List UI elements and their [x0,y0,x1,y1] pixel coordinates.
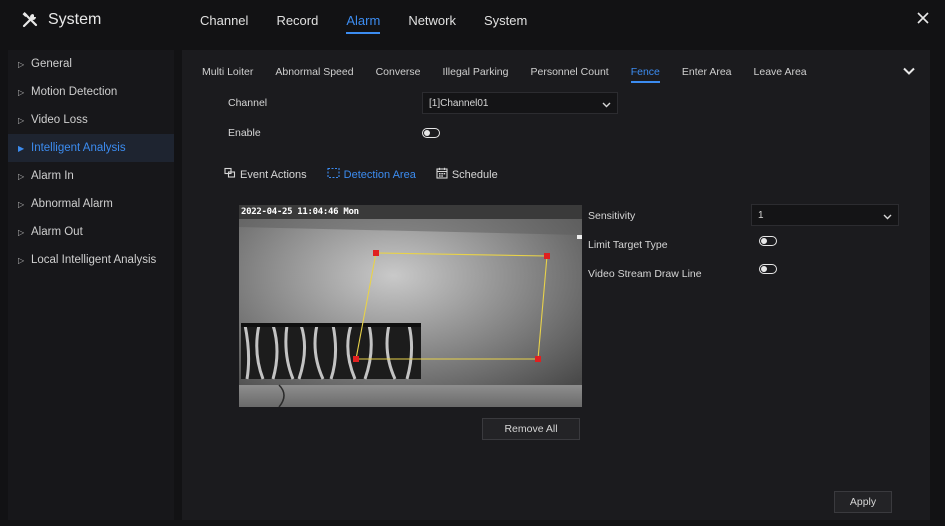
video-preview[interactable]: 2022-04-25 11:04:46 Mon [239,205,582,407]
topnav-network[interactable]: Network [408,0,456,40]
sidebar-item-alarm-out[interactable]: ▷ Alarm Out [8,218,174,246]
chevron-down-icon[interactable] [902,64,916,78]
enable-label: Enable [228,127,261,139]
top-header: System Channel Record Alarm Network Syst… [0,0,945,40]
limit-target-type-label: Limit Target Type [588,239,668,251]
close-icon[interactable] [915,10,931,26]
panel-tabs: Event Actions Detection Area Schedule [224,167,518,182]
remove-all-button[interactable]: Remove All [482,418,580,440]
osd-timestamp: 2022-04-25 11:04:46 Mon [241,207,359,217]
subtab-enter-area[interactable]: Enter Area [682,61,732,83]
chevron-down-icon [883,212,892,220]
caret-right-icon: ▷ [18,59,25,69]
tab-schedule[interactable]: Schedule [436,167,498,182]
sidebar-item-label: Abnormal Alarm [31,198,113,210]
channel-label: Channel [228,97,268,109]
channel-select[interactable]: [1]Channel01 [422,92,618,114]
sidebar-item-label: Intelligent Analysis [31,142,126,154]
chevron-down-icon [602,100,611,108]
event-actions-icon [224,167,240,182]
camera-scene [239,205,582,407]
calendar-icon [436,167,452,182]
app-window: System Channel Record Alarm Network Syst… [0,0,945,526]
sidebar-item-local-intelligent-analysis[interactable]: ▷ Local Intelligent Analysis [8,246,174,274]
tab-event-actions[interactable]: Event Actions [224,167,307,182]
tab-detection-area[interactable]: Detection Area [327,167,416,182]
sidebar-item-video-loss[interactable]: ▷ Video Loss [8,106,174,134]
sidebar-item-alarm-in[interactable]: ▷ Alarm In [8,162,174,190]
tab-label: Detection Area [343,168,416,181]
sidebar-item-label: Alarm In [31,170,74,182]
topnav-system[interactable]: System [484,0,527,40]
brand: System [20,0,101,40]
enable-toggle[interactable] [422,128,440,138]
subtab-fence[interactable]: Fence [630,61,661,83]
dashed-area-icon [327,167,344,182]
analysis-subtabs: Multi Loiter Abnormal Speed Converse Ill… [202,61,920,83]
main-panel: Multi Loiter Abnormal Speed Converse Ill… [182,50,930,520]
topnav-alarm[interactable]: Alarm [346,0,380,40]
video-stream-draw-line-toggle[interactable] [759,264,777,274]
limit-target-type-toggle[interactable] [759,236,777,246]
subtab-converse[interactable]: Converse [376,61,421,83]
sidebar-item-abnormal-alarm[interactable]: ▷ Abnormal Alarm [8,190,174,218]
subtab-multi-loiter[interactable]: Multi Loiter [202,61,253,83]
sidebar-item-label: Motion Detection [31,86,118,98]
caret-right-icon: ▷ [18,227,25,237]
caret-right-icon: ▷ [18,199,25,209]
topnav-record[interactable]: Record [276,0,318,40]
top-nav: Channel Record Alarm Network System [200,0,555,40]
subtab-illegal-parking[interactable]: Illegal Parking [443,61,509,83]
sensitivity-label: Sensitivity [588,210,636,222]
sensitivity-select[interactable]: 1 [751,204,899,226]
app-title: System [48,11,102,28]
channel-select-value: [1]Channel01 [429,97,489,109]
caret-right-icon: ▷ [18,87,25,97]
caret-right-icon: ▷ [18,115,25,125]
apply-button[interactable]: Apply [834,491,892,513]
subtab-personnel-count[interactable]: Personnel Count [530,61,608,83]
sidebar-item-intelligent-analysis[interactable]: ▶ Intelligent Analysis [8,134,174,162]
sensitivity-select-value: 1 [758,209,764,221]
caret-right-icon: ▶ [18,143,25,153]
sidebar-item-label: Local Intelligent Analysis [31,254,157,266]
subtab-abnormal-speed[interactable]: Abnormal Speed [275,61,353,83]
sidebar: ▷ General ▷ Motion Detection ▷ Video Los… [8,50,174,520]
sidebar-item-label: General [31,58,72,70]
sidebar-item-label: Video Loss [31,114,88,126]
topnav-channel[interactable]: Channel [200,0,248,40]
sidebar-item-label: Alarm Out [31,226,83,238]
tools-icon [20,10,40,30]
tab-label: Schedule [451,168,498,181]
caret-right-icon: ▷ [18,171,25,181]
caret-right-icon: ▷ [18,255,25,265]
sidebar-item-general[interactable]: ▷ General [8,50,174,78]
tab-label: Event Actions [240,168,307,181]
video-stream-draw-line-label: Video Stream Draw Line [588,268,702,280]
subtab-leave-area[interactable]: Leave Area [754,61,807,83]
sidebar-item-motion-detection[interactable]: ▷ Motion Detection [8,78,174,106]
